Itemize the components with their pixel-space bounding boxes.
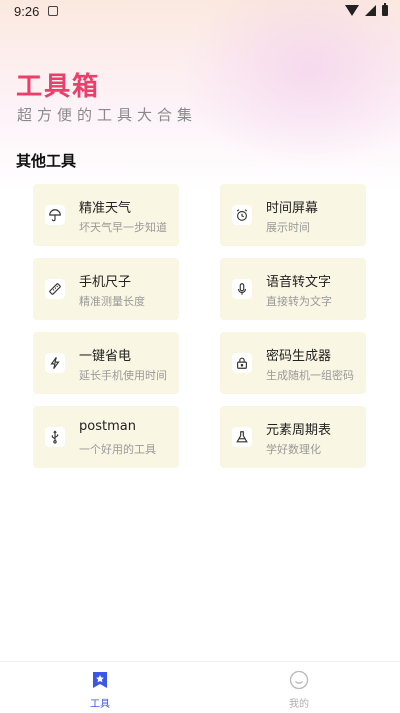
tool-name: 密码生成器 bbox=[266, 349, 332, 364]
status-time: 9:26 bbox=[14, 4, 40, 19]
alarm-clock-icon bbox=[232, 205, 252, 225]
tool-name: 时间屏幕 bbox=[266, 201, 319, 216]
tool-card-periodic-table[interactable]: 元素周期表 学好数理化 bbox=[220, 406, 366, 468]
tool-card-time-screen[interactable]: 时间屏幕 展示时间 bbox=[220, 184, 366, 246]
nav-label-tools: 工具 bbox=[90, 699, 110, 710]
section-title: 其他工具 bbox=[16, 152, 77, 170]
usb-icon bbox=[45, 427, 65, 447]
nav-tab-mine[interactable]: 我的 bbox=[269, 668, 329, 710]
tool-card-password-generator[interactable]: 密码生成器 生成随机一组密码 bbox=[220, 332, 366, 394]
star-bookmark-icon bbox=[90, 670, 110, 690]
nav-tab-tools[interactable]: 工具 bbox=[70, 668, 130, 710]
app-subtitle: 超方便的工具大合集 bbox=[17, 106, 198, 124]
battery-icon bbox=[382, 3, 388, 16]
notification-icon bbox=[48, 6, 58, 16]
tool-name: 精准天气 bbox=[79, 201, 132, 216]
tool-desc: 展示时间 bbox=[266, 221, 310, 234]
tool-card-speech-to-text[interactable]: 语音转文字 直接转为文字 bbox=[220, 258, 366, 320]
bottom-nav: 工具 我的 bbox=[0, 661, 400, 713]
wifi-icon bbox=[345, 5, 359, 16]
ruler-icon bbox=[45, 279, 65, 299]
tool-desc: 延长手机使用时间 bbox=[79, 369, 167, 382]
tool-desc: 学好数理化 bbox=[266, 443, 321, 456]
tool-card-weather[interactable]: 精准天气 坏天气早一步知道 bbox=[33, 184, 179, 246]
lock-icon bbox=[232, 353, 252, 373]
status-bar: 9:26 bbox=[0, 0, 400, 24]
nav-label-mine: 我的 bbox=[289, 699, 309, 710]
app-title: 工具箱 bbox=[16, 72, 101, 102]
lightning-icon bbox=[45, 353, 65, 373]
flask-icon bbox=[232, 427, 252, 447]
smile-icon bbox=[289, 670, 309, 690]
tool-name: postman bbox=[79, 419, 136, 434]
tool-desc: 坏天气早一步知道 bbox=[79, 221, 167, 234]
tool-desc: 一个好用的工具 bbox=[79, 443, 156, 456]
tool-desc: 直接转为文字 bbox=[266, 295, 332, 308]
tool-card-power-saving[interactable]: 一键省电 延长手机使用时间 bbox=[33, 332, 179, 394]
tool-card-ruler[interactable]: 手机尺子 精准测量长度 bbox=[33, 258, 179, 320]
microphone-icon bbox=[232, 279, 252, 299]
signal-icon bbox=[365, 5, 376, 16]
tool-name: 语音转文字 bbox=[266, 275, 332, 290]
tool-name: 一键省电 bbox=[79, 349, 132, 364]
tool-name: 手机尺子 bbox=[79, 275, 132, 290]
tool-name: 元素周期表 bbox=[266, 423, 332, 438]
tool-card-postman[interactable]: postman 一个好用的工具 bbox=[33, 406, 179, 468]
tool-desc: 生成随机一组密码 bbox=[266, 369, 354, 382]
tool-desc: 精准测量长度 bbox=[79, 295, 145, 308]
umbrella-icon bbox=[45, 205, 65, 225]
